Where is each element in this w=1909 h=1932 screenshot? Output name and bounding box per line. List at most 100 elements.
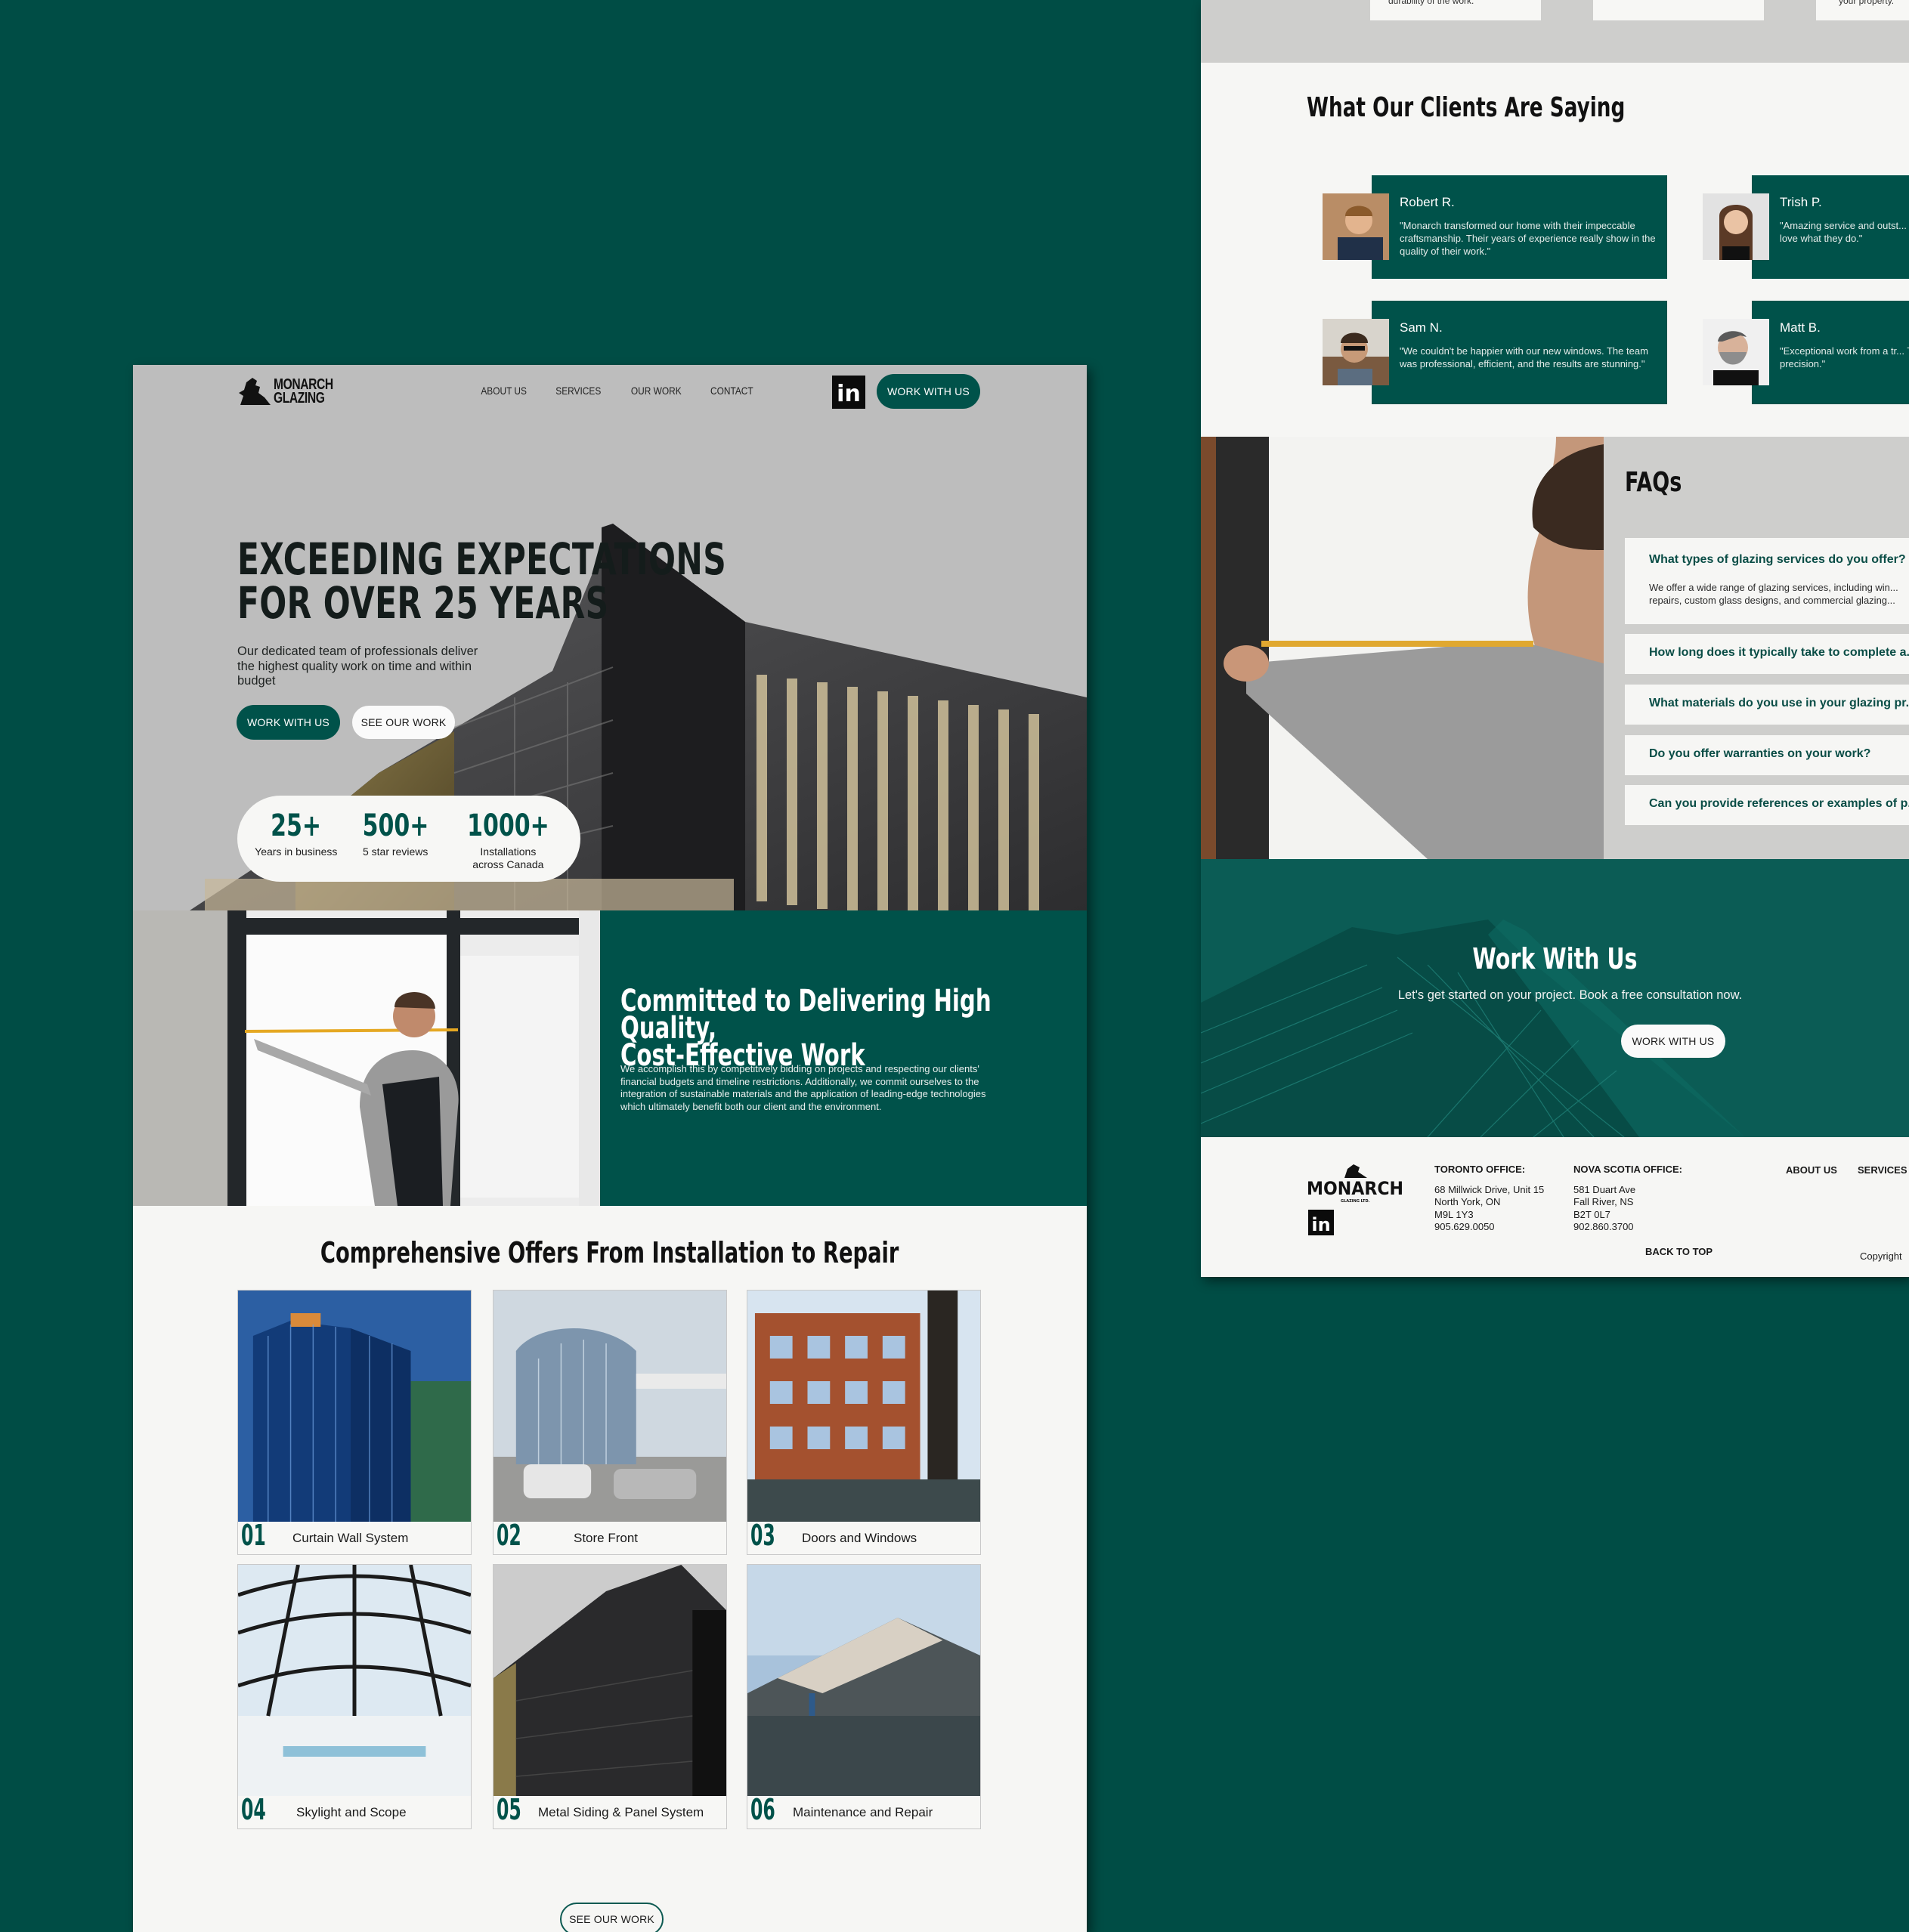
hero-work-with-us-button[interactable]: WORK WITH US <box>237 705 340 740</box>
stat-label: Years in business <box>255 845 338 858</box>
service-card-skylight[interactable]: 04 Skylight and Scope <box>237 1564 472 1829</box>
service-label: Doors and Windows <box>802 1531 917 1545</box>
testimonial-name: Robert R. <box>1400 195 1455 209</box>
service-number: 05 <box>497 1793 521 1826</box>
services-section: Comprehensive Offers From Installation t… <box>133 1206 1087 1932</box>
service-label: Store Front <box>574 1531 639 1545</box>
footer-link-services[interactable]: SERVICES <box>1858 1164 1907 1176</box>
nav-links: ABOUT US SERVICES OUR WORK CONTACT <box>477 385 757 397</box>
service-card-maintenance[interactable]: 06 Maintenance and Repair <box>747 1564 981 1829</box>
faq-title: FAQs <box>1625 467 1682 498</box>
metal-siding-image <box>493 1565 726 1796</box>
services-title: Comprehensive Offers From Installation t… <box>320 1236 899 1269</box>
avatar-trish <box>1703 193 1769 260</box>
worker-measuring-closeup-image <box>1201 437 1604 859</box>
info-card-text: durability of the work. <box>1388 0 1474 6</box>
office-line: North York, ON <box>1434 1196 1501 1207</box>
hero-see-our-work-button[interactable]: SEE OUR WORK <box>352 706 455 739</box>
footer-logo[interactable]: MONARCH GLAZING LTD. <box>1307 1161 1405 1207</box>
worker-measuring-window-image <box>133 910 600 1206</box>
back-to-top-link[interactable]: BACK TO TOP <box>1645 1246 1713 1257</box>
lion-logo-icon <box>239 378 271 405</box>
cta-work-with-us-button[interactable]: WORK WITH US <box>1621 1025 1725 1058</box>
service-card-metal-siding[interactable]: 05 Metal Siding & Panel System <box>493 1564 727 1829</box>
nav-our-work[interactable]: OUR WORK <box>631 385 682 397</box>
commitment-title: Committed to Delivering High Quality, Co… <box>620 984 992 1073</box>
office-line: 68 Millwick Drive, Unit 15 <box>1434 1183 1545 1195</box>
footer-lion-logo-icon: MONARCH GLAZING LTD. <box>1307 1164 1403 1204</box>
hero-section: MONARCH GLAZING ABOUT US SERVICES OUR WO… <box>133 365 1087 910</box>
faq-item[interactable]: Can you provide references or examples o… <box>1625 785 1909 825</box>
homepage-lower-sections: durability of the work. your property. W… <box>1201 0 1909 1277</box>
faq-answer: We offer a wide range of glazing service… <box>1649 582 1898 606</box>
testimonial-name: Matt B. <box>1780 320 1821 335</box>
service-card-store-front[interactable]: 02 Store Front <box>493 1290 727 1555</box>
testimonial-card: Sam N. "We couldn't be happier with our … <box>1372 301 1667 404</box>
testimonial-card: Trish P. "Amazing service and outst... a… <box>1752 175 1909 279</box>
service-number: 03 <box>750 1519 775 1552</box>
top-cards-band: durability of the work. your property. <box>1201 0 1909 63</box>
nav-contact[interactable]: CONTACT <box>710 385 753 397</box>
faq-item-expanded[interactable]: What types of glazing services do you of… <box>1625 538 1909 624</box>
doors-windows-image <box>747 1291 980 1522</box>
office-toronto: TORONTO OFFICE: 68 Millwick Drive, Unit … <box>1434 1164 1544 1234</box>
office-nova-scotia: NOVA SCOTIA OFFICE: 581 Duart Ave Fall R… <box>1573 1164 1682 1234</box>
office-phone[interactable]: 905.629.0050 <box>1434 1221 1544 1234</box>
copyright-text: Copyright <box>1860 1250 1902 1262</box>
testimonial-quote: "Amazing service and outst... attention … <box>1780 220 1909 244</box>
info-card: durability of the work. <box>1370 0 1541 20</box>
testimonial-quote: "Monarch transformed our home with their… <box>1400 220 1656 257</box>
work-with-us-section: Work With Us Let's get started on your p… <box>1201 859 1909 1137</box>
office-line: M9L 1Y3 <box>1434 1208 1474 1220</box>
footer: MONARCH GLAZING LTD. in TORONTO OFFICE: … <box>1201 1137 1909 1277</box>
work-with-us-subtitle: Let's get started on your project. Book … <box>1397 988 1743 1002</box>
service-card-curtain-wall[interactable]: 01 Curtain Wall System <box>237 1290 472 1555</box>
nav-about-us[interactable]: ABOUT US <box>481 385 527 397</box>
faq-item[interactable]: What materials do you use in your glazin… <box>1625 685 1909 725</box>
nav-services[interactable]: SERVICES <box>556 385 602 397</box>
see-our-work-button[interactable]: SEE OUR WORK <box>560 1903 664 1932</box>
info-card: your property. <box>1816 0 1909 20</box>
faq-question: How long does it typically take to compl… <box>1649 646 1909 659</box>
service-number: 06 <box>750 1793 775 1826</box>
homepage-main: MONARCH GLAZING ABOUT US SERVICES OUR WO… <box>133 365 1087 1932</box>
service-number: 01 <box>241 1519 266 1552</box>
office-line: 581 Duart Ave <box>1573 1183 1636 1195</box>
service-number: 04 <box>241 1793 266 1826</box>
faq-item[interactable]: Do you offer warranties on your work? <box>1625 735 1909 775</box>
service-number: 02 <box>497 1519 521 1552</box>
office-phone[interactable]: 902.860.3700 <box>1573 1221 1682 1234</box>
stat-label: 5 star reviews <box>362 845 429 858</box>
office-heading: TORONTO OFFICE: <box>1434 1164 1526 1175</box>
office-line: Fall River, NS <box>1573 1196 1634 1207</box>
service-label: Curtain Wall System <box>292 1531 409 1545</box>
service-card-doors-windows[interactable]: 03 Doors and Windows <box>747 1290 981 1555</box>
avatar-robert <box>1323 193 1389 260</box>
testimonial-quote: "We couldn't be happier with our new win… <box>1400 345 1648 369</box>
avatar-matt <box>1703 319 1769 385</box>
footer-linkedin-icon[interactable]: in <box>1308 1210 1334 1235</box>
skylight-image <box>238 1565 471 1796</box>
faq-question: Do you offer warranties on your work? <box>1649 747 1871 760</box>
footer-link-about-us[interactable]: ABOUT US <box>1786 1164 1837 1176</box>
linkedin-icon[interactable]: in <box>832 376 865 409</box>
testimonial-card: Matt B. "Exceptional work from a tr... T… <box>1752 301 1909 404</box>
testimonial-card: Robert R. "Monarch transformed our home … <box>1372 175 1667 279</box>
service-label: Maintenance and Repair <box>793 1805 933 1819</box>
service-label: Skylight and Scope <box>296 1805 407 1819</box>
maintenance-repair-image <box>747 1565 980 1796</box>
stat-years: 25+ Years in business <box>255 796 337 882</box>
commitment-body: We accomplish this by competitively bidd… <box>620 1063 986 1112</box>
testimonial-quote: "Exceptional work from a tr... They deli… <box>1780 345 1909 369</box>
office-heading: NOVA SCOTIA OFFICE: <box>1573 1164 1682 1175</box>
office-line: B2T 0L7 <box>1573 1208 1610 1220</box>
stat-value: 25+ <box>271 808 322 843</box>
stat-installations: 1000+ Installations across Canada <box>453 796 563 882</box>
nav-work-with-us-button[interactable]: WORK WITH US <box>877 374 980 409</box>
faq-section: FAQs What types of glazing services do y… <box>1201 437 1909 859</box>
logo-line-2: GLAZING <box>274 390 325 406</box>
faq-item[interactable]: How long does it typically take to compl… <box>1625 634 1909 674</box>
store-front-image <box>493 1291 726 1522</box>
work-with-us-title: Work With Us <box>1472 942 1638 975</box>
logo[interactable]: MONARCH GLAZING <box>237 376 350 406</box>
